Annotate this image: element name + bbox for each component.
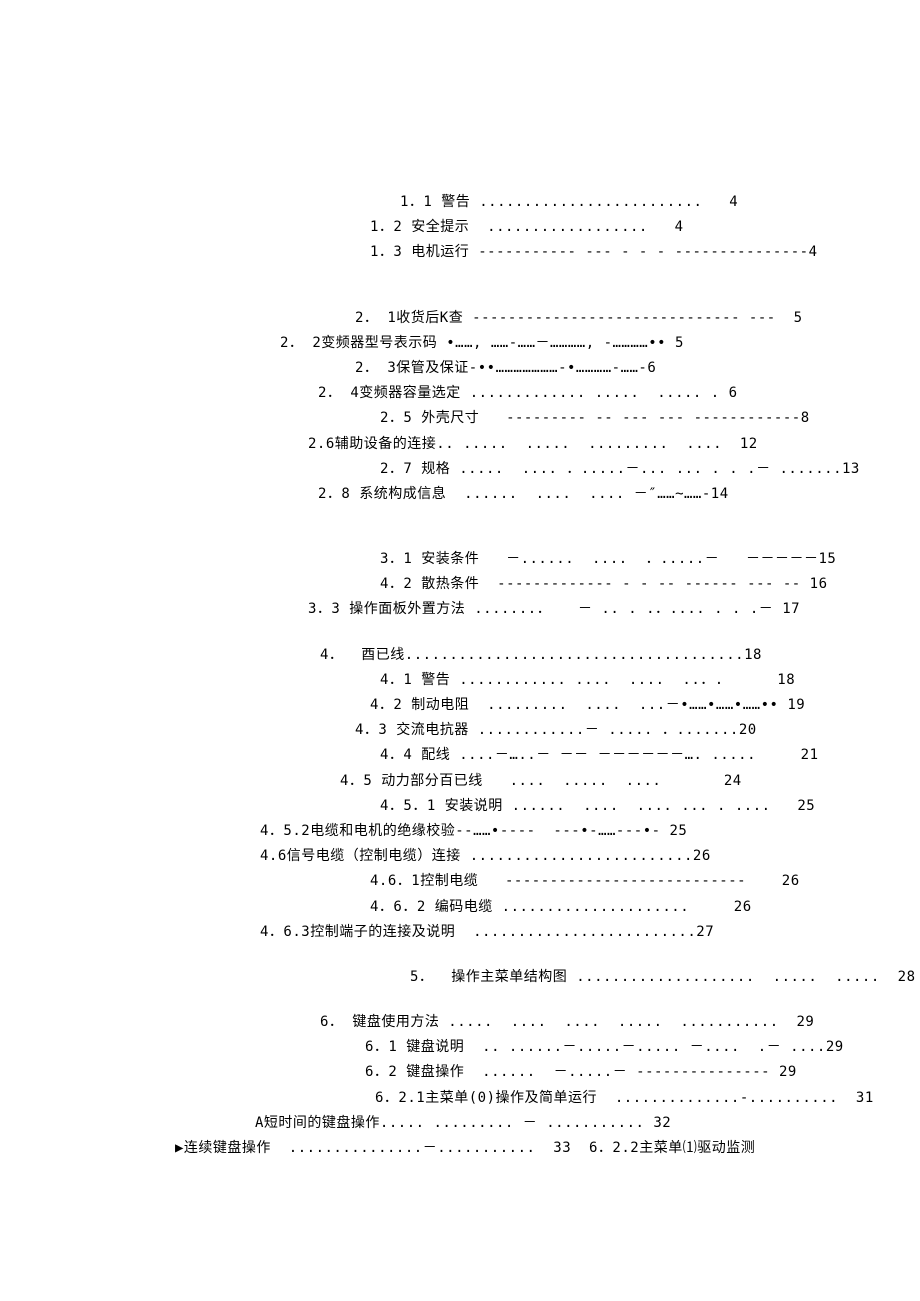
toc-entry: 2． 4变频器容量选定 ............. ..... ..... . … [80,381,840,406]
toc-entry: 4．5 动力部分百已线 .... ..... .... 24 [80,769,840,794]
toc-entry: 2.6辅助设备的连接.. ..... ..... ......... .... … [80,432,840,457]
toc-entry: 6．1 键盘说明 .. ......－.....－..... －.... .－ … [80,1035,840,1060]
toc-entry: 3．1 安装条件 －...... .... ．.....－ －－－－－15 [80,547,840,572]
toc-spacer [80,945,840,965]
toc-entry: 4．6．2 编码电缆 ..................... 26 [80,895,840,920]
toc-spacer [80,623,840,643]
toc-entry: 1．3 电机运行 ----------- --- - - - ---------… [80,240,840,265]
toc-entry: 4．2 散热条件 ------------- - - -- ------ ---… [80,572,840,597]
toc-entry: 4． 酉已线..................................… [80,643,840,668]
toc-entry: A短时间的键盘操作..... ......... － ........... 3… [80,1111,840,1136]
toc-entry: 4．3 交流电抗器 ............－ ..... ．.......20 [80,718,840,743]
toc-entry: 6．2 键盘操作 ...... －.....－ --------------- … [80,1060,840,1085]
toc-entry: 4.6信号电缆（控制电缆）连接 ........................… [80,844,840,869]
toc-entry: 4．6.3控制端子的连接及说明 ........................… [80,920,840,945]
toc-spacer [80,507,840,547]
toc-entry: 1．2 安全提示 .................. 4 [80,215,840,240]
table-of-contents: 1．1 警告 ......................... 41．2 安全… [80,190,840,1161]
toc-entry: 2．5 外壳尺寸 --------- -- --- --- ----------… [80,406,840,431]
toc-entry: 6． 键盘使用方法 ..... .... .... ..... ........… [80,1010,840,1035]
toc-spacer [80,990,840,1010]
toc-entry: 2．7 规格 ..... .... ．.....－... ... . . .－ … [80,457,840,482]
toc-page: 1．1 警告 ......................... 41．2 安全… [0,0,920,1241]
toc-spacer [80,266,840,306]
toc-entry: 4．5.2电缆和电机的绝缘校验--……•---- ---•-……---•- 25 [80,819,840,844]
toc-entry: 4．5．1 安装说明 ...... .... .... ... . .... 2… [80,794,840,819]
toc-entry: 2． 2变频器型号表示码 •……, ……-……－…………, -…………•• 5 [80,331,840,356]
toc-entry: 4．4 配线 ....－…..－ －－ －－－－－－…. ..... 21 [80,743,840,768]
toc-entry: 4．2 制动电阻 ......... .... ...－•……•……•……•• … [80,693,840,718]
toc-entry: 2． 1收货后K查 ------------------------------… [80,306,840,331]
toc-entry: 4.6．1控制电缆 --------------------------- 26 [80,869,840,894]
toc-entry: 3．3 操作面板外置方法 .......． － .. . .．.... . . … [80,597,840,622]
toc-entry: 2． 3保管及保证-••…………………-•…………-……-6 [80,356,840,381]
toc-entry: ▶连续键盘操作 ...............－........... 33 6… [80,1136,840,1161]
toc-entry: 1．1 警告 ......................... 4 [80,190,840,215]
toc-entry: 6．2.1主菜单(0)操作及简单运行 ..............-......… [80,1086,840,1111]
toc-entry: 4．1 警告 ............ .... .... ..．. 18 [80,668,840,693]
toc-entry: 2．8 系统构成信息 ...... .... .... －″……~……-14 [80,482,840,507]
toc-entry: 5． 操作主菜单结构图 .................... ..... .… [80,965,840,990]
